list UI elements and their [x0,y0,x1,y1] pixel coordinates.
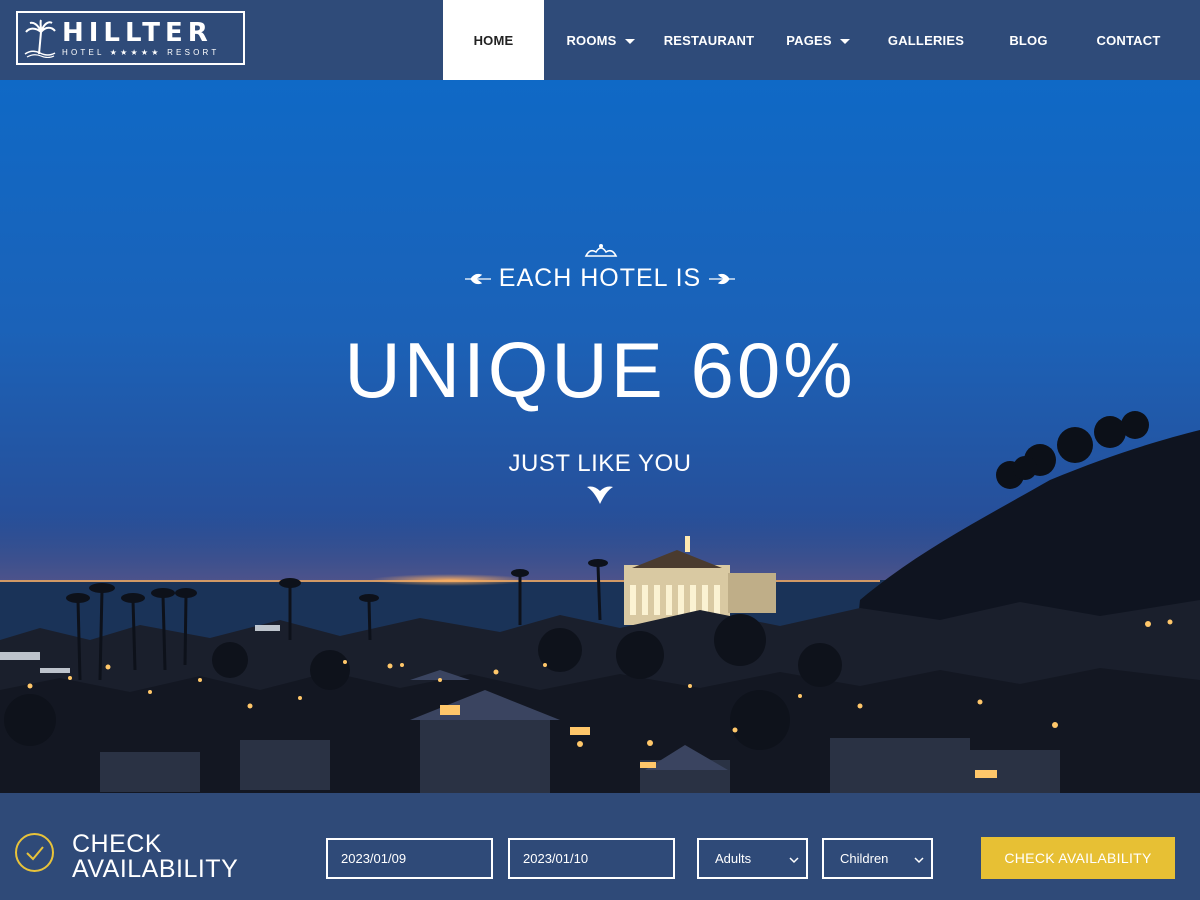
nav-galleries-label: GALLERIES [887,32,965,48]
nav-blog-label: BLOG [1009,32,1048,48]
hero-banner: EACH HOTEL IS UNIQUE 60% JUST LIKE YOU [0,80,1200,793]
nav-home-label: HOME [473,32,514,48]
nav-home[interactable]: HOME [443,0,544,80]
nav-galleries[interactable]: GALLERIES [869,0,983,80]
hero-content: EACH HOTEL IS UNIQUE 60% JUST LIKE YOU [0,80,1200,793]
nav-rooms[interactable]: ROOMS [544,0,651,80]
nav-restaurant[interactable]: RESTAURANT [651,0,767,80]
hero-eyebrow-text: EACH HOTEL IS [498,264,702,292]
brand-logo[interactable]: HILLTER HOTEL ★★★★★ RESORT [16,11,245,65]
chevron-down-icon [624,38,635,44]
children-select-value: Children [840,851,889,866]
check-in-date-field[interactable]: 2023/01/09 [326,838,493,879]
adults-select-value: Adults [715,851,752,866]
leaf-ornament-right-icon [709,264,736,293]
chevron-down-icon [913,853,925,868]
children-select[interactable]: Children [822,838,933,879]
ornament-drop-icon [586,483,614,510]
check-in-date-value: 2023/01/09 [341,851,407,866]
checkmark-circle-icon [15,833,54,872]
chevron-down-icon [839,38,850,44]
check-availability-line1: CHECK [72,830,163,858]
brand-name: HILLTER [62,17,213,48]
brand-tagline: HOTEL ★★★★★ RESORT [62,47,220,57]
nav-pages[interactable]: PAGES [767,0,869,80]
check-availability-line2: AVAILABILITY [72,855,239,883]
adults-select[interactable]: Adults [697,838,808,879]
check-out-date-value: 2023/01/10 [523,851,589,866]
nav-rooms-label: ROOMS [566,32,617,48]
leaf-ornament-left-icon [464,264,491,293]
chevron-down-icon [788,853,800,868]
main-navigation: HOME ROOMS RESTAURANT PAGES GALLERIES BL… [443,0,1183,80]
nav-contact[interactable]: CONTACT [1074,0,1183,80]
palm-tree-icon [18,13,62,63]
site-header: HILLTER HOTEL ★★★★★ RESORT HOME ROOMS RE… [0,0,1200,80]
nav-pages-label: PAGES [786,32,832,48]
nav-restaurant-label: RESTAURANT [663,32,755,48]
ornament-crown-icon [584,242,618,263]
nav-blog[interactable]: BLOG [983,0,1074,80]
nav-contact-label: CONTACT [1096,32,1161,48]
hero-subline: JUST LIKE YOU [508,450,692,477]
check-out-date-field[interactable]: 2023/01/10 [508,838,675,879]
hero-headline: UNIQUE 60% [344,326,856,414]
hero-eyebrow: EACH HOTEL IS [0,264,1200,293]
check-availability-heading: CHECK AVAILABILITY [72,832,238,882]
check-availability-button[interactable]: CHECK AVAILABILITY [981,837,1175,879]
